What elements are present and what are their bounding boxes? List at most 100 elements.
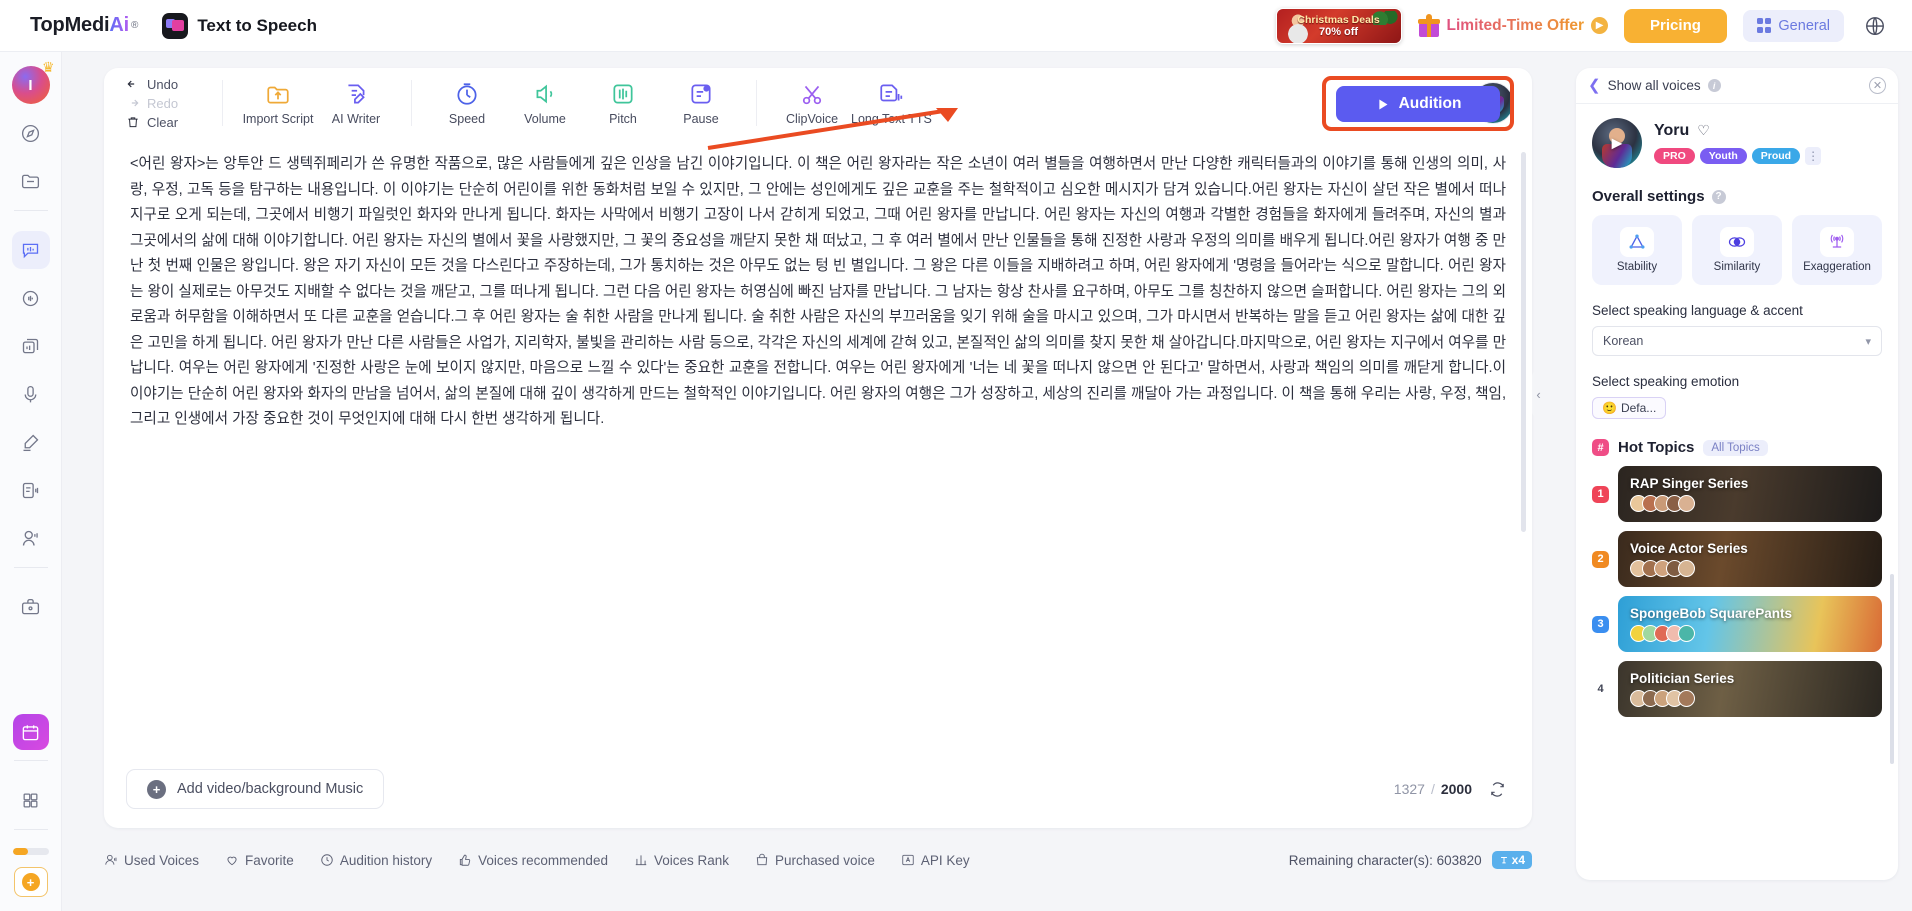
- topic-card-rap-singer-series[interactable]: RAP Singer Series: [1618, 466, 1882, 522]
- clipvoice-button[interactable]: ClipVoice: [773, 81, 851, 126]
- brand-logo[interactable]: TopMedi Ai ®: [30, 14, 138, 37]
- sidebar-item-explore[interactable]: [12, 114, 50, 152]
- chevron-left-icon[interactable]: ❮: [1588, 78, 1601, 93]
- tab-used-voices[interactable]: Used Voices: [104, 853, 199, 868]
- add-video-background-music-button[interactable]: + Add video/background Music: [126, 769, 385, 809]
- setting-label: Similarity: [1713, 261, 1761, 273]
- hot-topics-header: # Hot Topics All Topics: [1592, 439, 1882, 456]
- speed-button[interactable]: Speed: [428, 81, 506, 126]
- sidebar-item-speech-to-text[interactable]: [12, 423, 50, 461]
- volume-button[interactable]: Volume: [506, 81, 584, 126]
- tab-purchased-voice[interactable]: Purchased voice: [755, 853, 875, 868]
- tab-label: Used Voices: [124, 852, 200, 868]
- tab-api-key[interactable]: API Key: [901, 853, 970, 868]
- ai-writer-button[interactable]: AI Writer: [317, 81, 395, 126]
- topic-card-politician-series[interactable]: Politician Series: [1618, 661, 1882, 717]
- clear-label: Clear: [147, 114, 179, 130]
- sidebar-item-toolbox[interactable]: [12, 588, 50, 626]
- help-icon[interactable]: ?: [1711, 189, 1726, 204]
- voice-settings-panel: ❮ Show all voices i ✕ ▶ Yoru ♡ PRO Youth…: [1576, 68, 1898, 880]
- topics-scrollbar[interactable]: [1890, 574, 1894, 764]
- pause-button[interactable]: Pause: [662, 81, 740, 126]
- character-count-max: 2000: [1440, 781, 1472, 797]
- tag-youth: Youth: [1699, 147, 1747, 164]
- character-count-current: 1327: [1393, 781, 1425, 797]
- script-editor-area[interactable]: <어린 왕자>는 앙투안 드 생텍쥐페리가 쓴 유명한 작품으로, 많은 사람들…: [104, 138, 1532, 750]
- sidebar-item-folder[interactable]: [12, 162, 50, 200]
- script-text[interactable]: <어린 왕자>는 앙투안 드 생텍쥐페리가 쓴 유명한 작품으로, 많은 사람들…: [130, 152, 1506, 433]
- emotion-value: Defa...: [1620, 401, 1657, 415]
- remaining-characters-label: Remaining character(s): 603820: [1288, 852, 1482, 868]
- app-title: Text to Speech: [197, 15, 317, 35]
- sidebar-item-subtitle[interactable]: [12, 471, 50, 509]
- sidebar-divider-1: [13, 210, 48, 211]
- undo-button[interactable]: Undo: [126, 77, 206, 92]
- character-count-separator: /: [1430, 781, 1435, 797]
- more-vertical-icon[interactable]: ⋮: [1805, 146, 1822, 165]
- sidebar-item-voice-changer[interactable]: [12, 279, 50, 317]
- sidebar-item-text-to-speech[interactable]: [11, 231, 50, 269]
- tab-favorite[interactable]: Favorite: [225, 853, 294, 868]
- voice-tags: PRO Youth Proud ⋮: [1654, 146, 1822, 165]
- user-avatar[interactable]: I ♛: [11, 59, 55, 104]
- setting-exaggeration[interactable]: Exaggeration: [1792, 215, 1882, 285]
- editor-toolbar: Undo Redo Clear Import Script AI Writer …: [104, 68, 1532, 138]
- topic-title: Voice Actor Series: [1630, 541, 1748, 556]
- topic-title: Politician Series: [1630, 671, 1735, 686]
- language-select[interactable]: Korean ▾: [1592, 326, 1882, 356]
- all-topics-button[interactable]: All Topics: [1703, 439, 1768, 456]
- tab-label: Purchased voice: [775, 852, 875, 868]
- sidebar-item-ai-avatar[interactable]: [12, 519, 50, 557]
- pitch-button[interactable]: Pitch: [584, 81, 662, 126]
- app-title-chip: Text to Speech: [162, 12, 317, 39]
- import-script-button[interactable]: Import Script: [239, 81, 317, 126]
- add-credits-button[interactable]: +: [13, 867, 48, 897]
- sidebar-item-calendar[interactable]: [12, 714, 49, 750]
- sidebar-item-voice-clone[interactable]: [12, 375, 50, 413]
- topic-row: 4 Politician Series: [1592, 661, 1882, 717]
- topic-card-voice-actor-series[interactable]: Voice Actor Series: [1618, 531, 1882, 587]
- emotion-chip[interactable]: 🙂 Defa...: [1592, 397, 1667, 419]
- brand-name: TopMedi: [30, 14, 110, 36]
- refresh-icon[interactable]: [1489, 781, 1506, 798]
- pricing-button[interactable]: Pricing: [1624, 8, 1727, 43]
- long-text-tts-button[interactable]: Long Text TTS: [851, 81, 932, 126]
- sidebar-item-apps[interactable]: [12, 781, 50, 819]
- clear-button[interactable]: Clear: [126, 115, 206, 130]
- show-all-voices-label[interactable]: Show all voices: [1608, 78, 1701, 93]
- add-plus-icon: +: [21, 873, 40, 891]
- voice-name: Yoru: [1654, 121, 1690, 139]
- info-icon[interactable]: i: [1707, 79, 1721, 92]
- setting-stability[interactable]: Stability: [1592, 215, 1682, 285]
- import-script-label: Import Script: [242, 111, 314, 126]
- selected-voice-row: ▶ Yoru ♡ PRO Youth Proud ⋮: [1592, 118, 1882, 168]
- voice-avatar[interactable]: ▶: [1592, 118, 1642, 168]
- close-icon[interactable]: ✕: [1869, 77, 1886, 94]
- exaggeration-antenna-icon: [1820, 227, 1854, 257]
- tab-voices-rank[interactable]: Voices Rank: [634, 853, 729, 868]
- redo-button[interactable]: Redo: [126, 96, 206, 111]
- general-button[interactable]: General: [1742, 9, 1844, 42]
- panel-collapse-handle[interactable]: ‹: [1532, 371, 1545, 417]
- topic-card-spongebob-squarepants[interactable]: SpongeBob SquarePants: [1618, 596, 1882, 652]
- topic-avatars: [1630, 495, 1870, 512]
- tab-audition-history[interactable]: Audition history: [320, 853, 432, 868]
- multiplier-badge[interactable]: x4: [1491, 851, 1532, 869]
- tag-proud: Proud: [1751, 147, 1801, 164]
- heart-outline-icon[interactable]: ♡: [1697, 122, 1710, 139]
- tab-voices-recommended[interactable]: Voices recommended: [458, 853, 608, 868]
- christmas-deals-banner[interactable]: Christmas Deals 70% off: [1275, 7, 1402, 44]
- topic-rank: 1: [1592, 485, 1609, 503]
- audition-button[interactable]: Audition: [1336, 86, 1500, 122]
- globe-icon[interactable]: [1860, 11, 1890, 41]
- header-actions: Christmas Deals 70% off Limited-Time Off…: [1275, 7, 1890, 44]
- language-field-label: Select speaking language & accent: [1592, 303, 1803, 318]
- character-counter: 1327 / 2000: [1394, 781, 1506, 798]
- sidebar-item-batch-tts[interactable]: [12, 327, 50, 365]
- speed-label: Speed: [448, 111, 486, 126]
- limited-time-offer[interactable]: Limited-Time Offer ▶: [1417, 14, 1609, 37]
- script-scrollbar[interactable]: [1521, 152, 1526, 532]
- editor-card: Undo Redo Clear Import Script AI Writer …: [104, 68, 1532, 828]
- setting-similarity[interactable]: Similarity: [1692, 215, 1782, 285]
- voice-name-row: Yoru ♡: [1654, 122, 1821, 140]
